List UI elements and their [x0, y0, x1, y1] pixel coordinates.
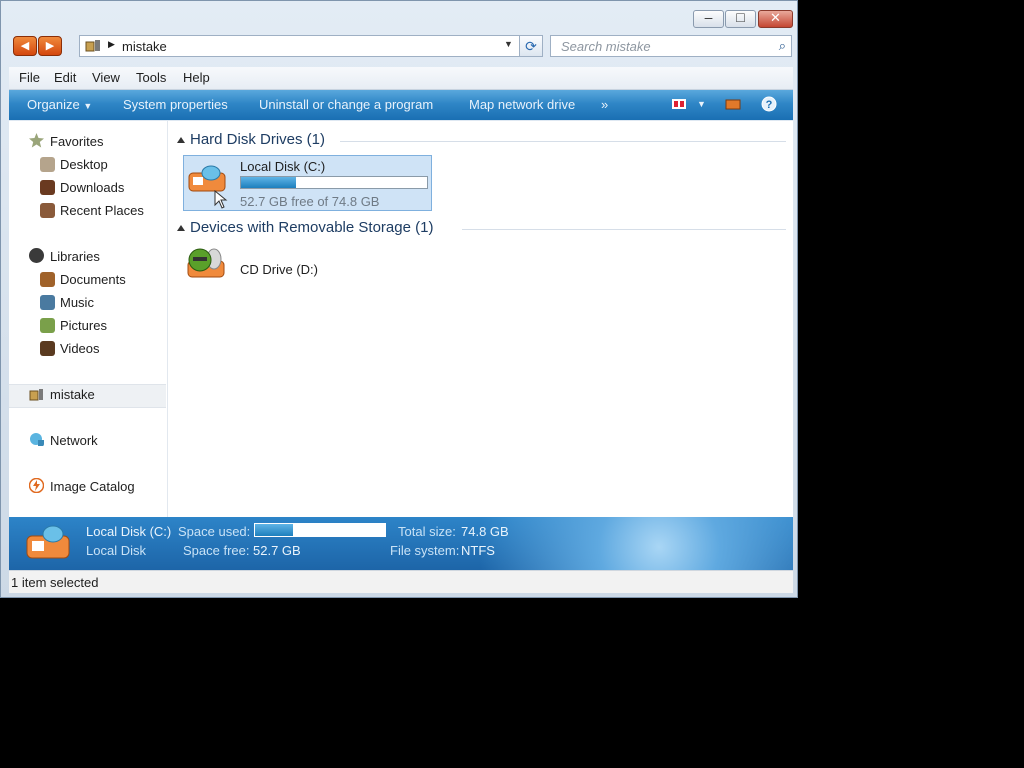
sidebar-item-pictures[interactable]: Pictures: [60, 318, 107, 333]
group-title-removable-storage[interactable]: Devices with Removable Storage (1): [190, 219, 433, 236]
details-file-system-value: NTFS: [461, 543, 495, 558]
collapse-group-icon[interactable]: [177, 137, 185, 143]
status-text: 1 item selected: [11, 575, 99, 590]
arrow-left-icon: ◀: [20, 40, 30, 52]
details-usage-fill: [255, 524, 294, 536]
favorites-star-icon: [29, 133, 44, 148]
sidebar-item-downloads[interactable]: Downloads: [60, 180, 124, 195]
address-bar[interactable]: ▶ mistake ▼: [79, 35, 542, 57]
sidebar-item-desktop[interactable]: Desktop: [60, 157, 108, 172]
close-button[interactable]: ✕: [758, 10, 793, 28]
sidebar-item-music[interactable]: Music: [60, 295, 94, 310]
details-usage-bar: [254, 523, 386, 537]
system-properties-button[interactable]: System properties: [123, 97, 228, 112]
menu-tools[interactable]: Tools: [136, 70, 166, 85]
view-options-dropdown-icon[interactable]: ▼: [697, 99, 706, 109]
menu-bar: File Edit View Tools Help: [9, 67, 793, 90]
minimize-icon: –: [704, 9, 713, 25]
organize-label: Organize: [27, 97, 80, 112]
drive-tile-local-disk[interactable]: Local Disk (C:) 52.7 GB free of 74.8 GB: [183, 155, 432, 211]
details-pane: Local Disk (C:) Local Disk Space used: S…: [9, 517, 793, 570]
sidebar-item-recent-places[interactable]: Recent Places: [60, 203, 144, 218]
svg-text:?: ?: [766, 99, 773, 111]
image-catalog-icon: [29, 478, 44, 493]
back-button[interactable]: ◀: [13, 36, 37, 56]
details-drive-name: Local Disk (C:): [86, 524, 172, 539]
details-file-system-label: File system:: [390, 543, 460, 558]
details-drive-type: Local Disk: [86, 543, 146, 558]
music-icon: [40, 295, 55, 310]
downloads-icon: [40, 180, 55, 195]
preview-pane-icon[interactable]: [725, 97, 741, 111]
group-divider: [462, 229, 786, 230]
group-title-hard-disk-drives[interactable]: Hard Disk Drives (1): [190, 131, 325, 148]
map-network-drive-button[interactable]: Map network drive: [469, 97, 575, 112]
videos-icon: [40, 341, 55, 356]
address-dropdown-icon[interactable]: ▼: [504, 39, 513, 49]
uninstall-program-button[interactable]: Uninstall or change a program: [259, 97, 433, 112]
network-icon: [30, 433, 44, 446]
drive-name-local-disk: Local Disk (C:): [240, 159, 326, 174]
forward-button[interactable]: ▶: [38, 36, 62, 56]
organize-button[interactable]: Organize ▼: [27, 97, 92, 112]
menu-help[interactable]: Help: [183, 70, 210, 85]
drive-usage-bar: [240, 176, 428, 189]
minimize-button[interactable]: –: [693, 9, 724, 28]
sidebar-item-videos[interactable]: Videos: [60, 341, 100, 356]
cd-drive-icon: [187, 248, 225, 278]
drive-free-space-text: 52.7 GB free of 74.8 GB: [240, 194, 380, 209]
content-pane: Hard Disk Drives (1) Local Disk (C:) 52.…: [168, 121, 793, 517]
sidebar-favorites[interactable]: Favorites: [50, 134, 103, 149]
mouse-cursor-icon: [214, 190, 228, 209]
details-total-size-value: 74.8 GB: [461, 524, 509, 539]
group-divider: [340, 141, 786, 142]
sidebar-libraries[interactable]: Libraries: [50, 249, 100, 264]
pictures-icon: [40, 318, 55, 333]
drive-usage-fill: [241, 177, 296, 188]
menu-file[interactable]: File: [19, 70, 40, 85]
explorer-window: – □ ✕ ◀ ▶ ▶ mistake ▼ ⟳ Search mistake ⌕…: [0, 0, 798, 598]
address-path[interactable]: mistake: [122, 39, 167, 54]
view-options-icon[interactable]: [671, 97, 687, 111]
recent-places-icon: [40, 203, 55, 218]
details-total-size-label: Total size:: [398, 524, 456, 539]
menu-edit[interactable]: Edit: [54, 70, 76, 85]
close-icon: ✕: [770, 10, 781, 25]
details-space-free-label: Space free:: [183, 543, 250, 558]
search-icon[interactable]: ⌕: [779, 38, 786, 54]
search-placeholder: Search mistake: [561, 39, 651, 54]
maximize-button[interactable]: □: [725, 9, 756, 28]
hard-drive-icon: [26, 525, 70, 559]
collapse-group-icon[interactable]: [177, 225, 185, 231]
sidebar-item-documents[interactable]: Documents: [60, 272, 126, 287]
navigation-pane: Favorites Desktop Downloads Recent Place…: [9, 121, 168, 517]
desktop-icon: [40, 157, 55, 172]
refresh-button[interactable]: ⟳: [519, 35, 543, 57]
sidebar-item-network[interactable]: Network: [50, 433, 98, 448]
details-space-free-value: 52.7 GB: [253, 543, 301, 558]
breadcrumb-chevron-icon[interactable]: ▶: [108, 39, 115, 50]
help-icon[interactable]: ?: [761, 96, 777, 112]
sidebar-item-image-catalog[interactable]: Image Catalog: [50, 479, 135, 494]
chevron-down-icon: ▼: [83, 101, 93, 111]
drive-tile-cd-drive[interactable]: CD Drive (D:): [183, 243, 343, 287]
documents-icon: [40, 272, 55, 287]
details-space-used-label: Space used:: [178, 524, 251, 539]
search-input[interactable]: Search mistake ⌕: [550, 35, 792, 57]
drive-name-cd-drive: CD Drive (D:): [240, 262, 318, 277]
computer-icon: [29, 389, 43, 401]
arrow-right-icon: ▶: [45, 40, 55, 52]
command-bar: Organize ▼ System properties Uninstall o…: [9, 90, 793, 120]
refresh-icon: ⟳: [525, 38, 537, 54]
libraries-icon: [29, 248, 44, 263]
sidebar-item-computer[interactable]: mistake: [50, 387, 95, 402]
computer-icon: [85, 40, 100, 52]
menu-view[interactable]: View: [92, 70, 120, 85]
status-bar: 1 item selected: [9, 570, 793, 593]
maximize-icon: □: [736, 9, 745, 25]
more-commands-button[interactable]: »: [601, 97, 608, 112]
